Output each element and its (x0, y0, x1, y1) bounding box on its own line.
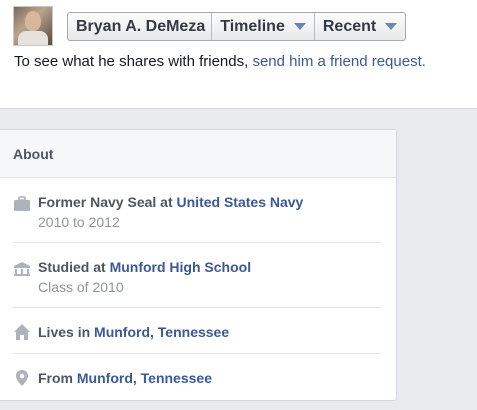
about-card: About Former Navy Seal at United States … (0, 129, 397, 401)
hometown-link[interactable]: Munford, Tennessee (77, 370, 212, 386)
about-item-subtext: Class of 2010 (38, 279, 124, 295)
about-item-prefix: Lives in (38, 324, 95, 340)
profile-header: Bryan A. DeMeza Timeline Recent To see w… (0, 0, 477, 109)
about-item-hometown: From Munford, Tennessee (0, 369, 397, 389)
send-friend-request-link[interactable]: send him a friend request. (252, 53, 425, 70)
about-item-work: Former Navy Seal at United States Navy 2… (0, 192, 397, 232)
about-item-text: Lives in Munford, Tennessee (38, 324, 229, 340)
about-item-prefix: Studied at (38, 259, 110, 275)
about-item-text: From Munford, Tennessee (38, 370, 212, 386)
about-item-text: Studied at Munford High School (38, 259, 251, 275)
about-item-subtext: 2010 to 2012 (38, 214, 120, 230)
profile-button-group: Bryan A. DeMeza Timeline Recent (67, 12, 407, 41)
chevron-down-icon (293, 23, 306, 30)
friend-request-prompt: To see what he shares with friends, send… (14, 53, 426, 70)
about-item-education: Studied at Munford High School Class of … (0, 258, 397, 298)
about-item-current-city: Lives in Munford, Tennessee (0, 323, 397, 343)
about-card-header: About (0, 130, 396, 178)
school-icon (14, 262, 30, 276)
about-item-prefix: Former Navy Seal at (38, 194, 177, 210)
location-pin-icon (16, 370, 28, 386)
divider (13, 242, 381, 243)
profile-name-label: Bryan A. DeMeza (76, 17, 206, 35)
profile-avatar[interactable] (13, 6, 53, 46)
briefcase-icon (14, 196, 30, 211)
current-city-link[interactable]: Munford, Tennessee (94, 324, 229, 340)
about-item-text: Former Navy Seal at United States Navy (38, 194, 303, 210)
home-icon (14, 324, 30, 340)
employer-link[interactable]: United States Navy (177, 194, 304, 210)
about-item-prefix: From (38, 370, 77, 386)
divider (13, 353, 381, 354)
about-title[interactable]: About (13, 146, 53, 162)
timeline-label: Timeline (220, 17, 285, 35)
recent-dropdown-button[interactable]: Recent (313, 13, 405, 40)
timeline-dropdown-button[interactable]: Timeline (211, 13, 314, 40)
divider (13, 307, 381, 308)
friend-prompt-text: To see what he shares with friends, (14, 53, 249, 70)
profile-name-button[interactable]: Bryan A. DeMeza (68, 13, 211, 40)
school-link[interactable]: Munford High School (110, 259, 252, 275)
recent-label: Recent (322, 17, 377, 35)
chevron-down-icon (385, 23, 398, 30)
